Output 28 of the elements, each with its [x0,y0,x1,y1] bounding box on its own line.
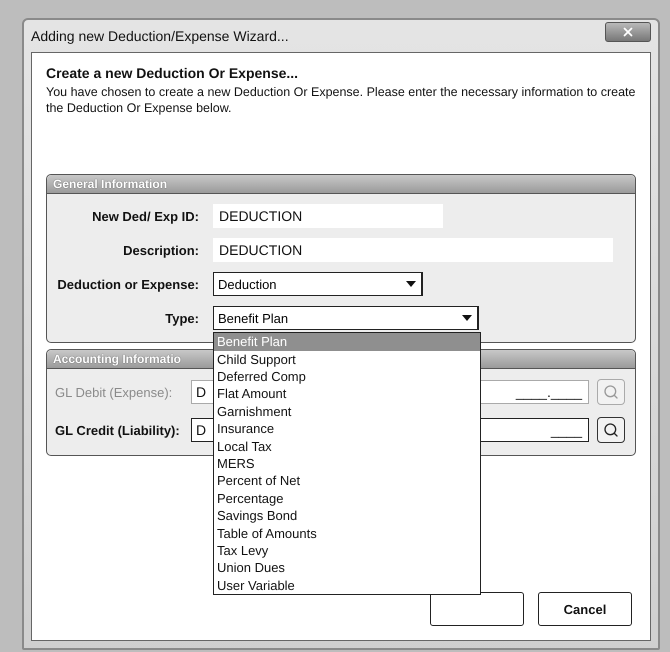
close-button[interactable] [605,22,651,42]
field-label: New Ded/ Exp ID: [91,208,199,224]
field-value: D [196,422,206,438]
field-label: GL Debit (Expense): [55,384,174,400]
caret-icon [405,280,417,288]
window-title: Adding new Deduction/Expense Wizard... [31,28,289,44]
field-mask: ____ [550,422,582,438]
field-label: Type: [164,310,199,326]
group-title: Accounting Informatio [53,352,181,366]
wizard-heading: Create a new Deduction Or Expense... [46,65,300,81]
input-field[interactable]: DEDUCTION [213,238,613,262]
search-icon [603,384,619,400]
close-icon [621,25,635,39]
field-value: D [196,384,206,400]
search-icon [603,422,619,438]
wizard-instructions: You have chosen to create a new Deduction Or Expense. Please enter the necessary information to create the Deduction Or Expense below. [46,85,636,116]
dropdown-field[interactable]: Benefit Plan [213,306,479,330]
group-title: General Information [53,177,168,192]
dropdown-field[interactable]: Deduction [213,272,423,296]
field-mask: ____.____ [516,384,582,400]
dropdown-option[interactable]: Child Support [214,350,480,368]
field-label: Deduction or Expense: [56,276,199,292]
field-label: Description: [122,242,199,258]
cancel-button[interactable]: Cancel [538,592,632,626]
caret-icon [461,314,473,322]
field-label: GL Credit (Liability): [55,422,181,438]
input-field[interactable]: DEDUCTION [213,204,443,228]
lookup-button[interactable] [597,417,625,444]
